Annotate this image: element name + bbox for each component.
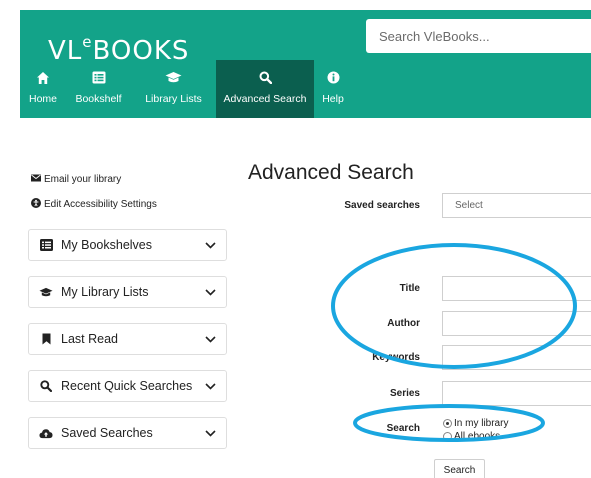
graduation-cap-icon: [39, 287, 53, 298]
author-field[interactable]: [442, 311, 591, 336]
cloud-upload-icon: [39, 428, 53, 439]
panel-my-library-lists[interactable]: My Library Lists: [28, 276, 227, 308]
email-library-label: Email your library: [44, 174, 122, 185]
page-title: Advanced Search: [248, 161, 414, 184]
panel-label: My Library Lists: [61, 285, 149, 299]
accessibility-icon: [31, 198, 41, 211]
envelope-icon: [31, 174, 41, 185]
list-icon: [39, 239, 53, 251]
title-label: Title: [399, 283, 420, 294]
keywords-label: Keywords: [372, 352, 420, 363]
panel-label: Saved Searches: [61, 426, 153, 440]
chevron-down-icon: [205, 424, 216, 442]
saved-searches-select[interactable]: Select: [442, 193, 591, 218]
radio-in-my-library[interactable]: In my library: [443, 418, 508, 429]
panel-my-bookshelves[interactable]: My Bookshelves: [28, 229, 227, 261]
keywords-field[interactable]: [442, 345, 591, 370]
search-icon: [39, 380, 53, 392]
quick-search-box[interactable]: [366, 19, 591, 53]
author-label: Author: [387, 318, 420, 329]
quick-search-input[interactable]: [366, 19, 591, 53]
panel-recent-quick-searches[interactable]: Recent Quick Searches: [28, 370, 227, 402]
title-field[interactable]: [442, 276, 591, 301]
graduation-cap-icon: [131, 71, 216, 87]
bookmark-icon: [39, 333, 53, 345]
series-label: Series: [389, 388, 420, 399]
search-scope-label: Search: [386, 423, 420, 434]
chevron-down-icon: [205, 283, 216, 301]
chevron-down-icon: [205, 236, 216, 254]
panel-label: My Bookshelves: [61, 238, 153, 252]
radio-button-selected[interactable]: [443, 419, 452, 428]
accessibility-label: Edit Accessibility Settings: [44, 199, 157, 210]
radio-in-my-library-label: In my library: [454, 418, 509, 429]
search-button[interactable]: Search: [434, 459, 485, 478]
radio-all-ebooks-label: All ebooks: [454, 431, 501, 442]
radio-button[interactable]: [443, 432, 452, 441]
series-field[interactable]: [442, 381, 591, 406]
radio-all-ebooks[interactable]: All ebooks: [443, 431, 500, 442]
nav-bookshelf-label: Bookshelf: [75, 93, 122, 105]
accessibility-settings-link[interactable]: Edit Accessibility Settings: [31, 198, 157, 211]
nav-help-label: Help: [322, 93, 344, 105]
list-icon: [66, 71, 131, 87]
panel-saved-searches[interactable]: Saved Searches: [28, 417, 227, 449]
saved-searches-value: Select: [455, 200, 483, 211]
nav-advanced-search-label: Advanced Search: [223, 93, 307, 105]
info-icon: [314, 71, 352, 87]
search-icon: [216, 71, 314, 87]
panel-label: Recent Quick Searches: [61, 379, 193, 393]
home-icon: [20, 71, 66, 87]
nav-advanced-search[interactable]: Advanced Search: [216, 60, 314, 118]
nav-help[interactable]: Help: [314, 60, 352, 118]
saved-searches-label: Saved searches: [344, 200, 420, 211]
panel-label: Last Read: [61, 332, 118, 346]
panel-last-read[interactable]: Last Read: [28, 323, 227, 355]
chevron-down-icon: [205, 377, 216, 395]
email-library-link[interactable]: Email your library: [31, 174, 121, 185]
nav-home[interactable]: Home: [20, 60, 66, 118]
nav-home-label: Home: [28, 93, 57, 105]
nav-library-lists[interactable]: Library Lists: [131, 60, 216, 118]
nav-library-lists-label: Library Lists: [145, 93, 202, 105]
app-header: VLeBOOKS Home Bookshelf Library Lists: [20, 10, 591, 118]
chevron-down-icon: [205, 330, 216, 348]
nav-bookshelf[interactable]: Bookshelf: [66, 60, 131, 118]
